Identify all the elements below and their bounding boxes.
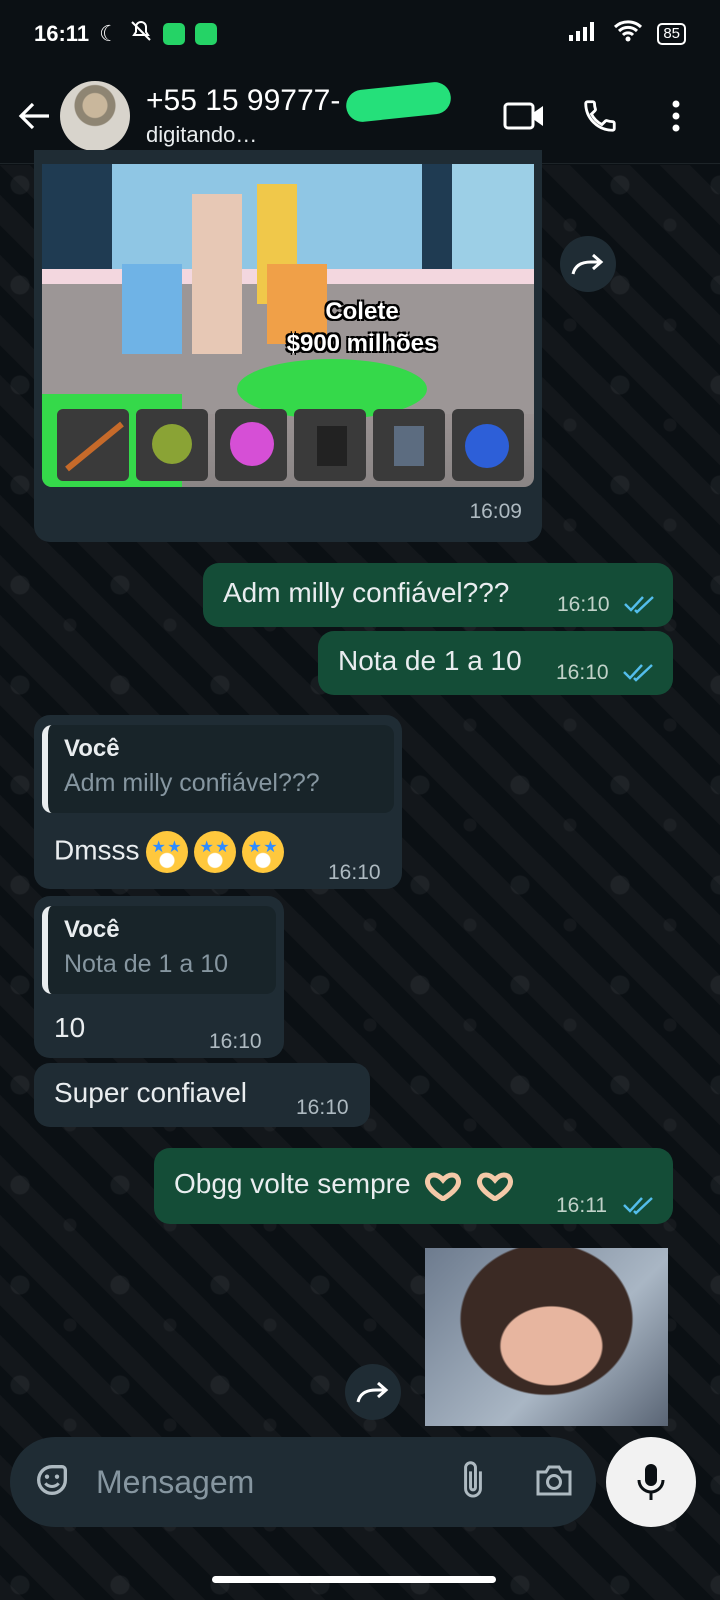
star-struck-emoji-icon <box>145 831 188 873</box>
wifi-icon <box>613 19 643 49</box>
message-text: Nota de 1 a 10 <box>338 645 522 676</box>
incoming-reply-message[interactable]: Você Nota de 1 a 10 10 16:10 <box>34 896 284 1058</box>
message-time: 16:10 <box>209 1030 262 1053</box>
microphone-icon <box>637 1464 665 1500</box>
heart-hands-emoji-icon <box>477 1172 514 1201</box>
attach-icon[interactable] <box>458 1459 488 1506</box>
heart-hands-emoji-icon <box>425 1172 462 1201</box>
status-time: 16:11 <box>34 21 90 46</box>
more-options-icon[interactable] <box>652 92 700 140</box>
incoming-message[interactable]: Super confiavel 16:10 <box>34 1063 370 1127</box>
game-screenshot[interactable]: Colete $900 milhões <box>42 164 534 487</box>
message-time: 16:10 <box>296 1096 349 1119</box>
quoted-message[interactable]: Você Adm milly confiável??? <box>42 725 394 813</box>
message-text: Dmsss <box>54 831 284 873</box>
quoted-message[interactable]: Você Nota de 1 a 10 <box>42 906 276 994</box>
message-input-bar[interactable]: Mensagem <box>10 1437 596 1527</box>
star-struck-emoji-icon <box>241 831 284 873</box>
outgoing-message[interactable]: Nota de 1 a 10 16:10 <box>318 631 673 695</box>
app-notification-icon <box>194 23 217 45</box>
avatar[interactable] <box>60 80 130 151</box>
phone-call-icon[interactable] <box>576 92 624 140</box>
status-bar: 16:11 ☾ 85 <box>0 0 720 68</box>
typing-status: digitando… <box>146 121 258 147</box>
read-ticks-icon <box>623 664 653 682</box>
home-indicator[interactable] <box>212 1576 496 1583</box>
video-call-icon[interactable] <box>500 92 548 140</box>
message-text: Super confiavel <box>54 1077 248 1108</box>
quote-author: Você <box>64 916 120 943</box>
message-time: 16:10 <box>556 661 609 684</box>
message-text: Obgg volte sempre <box>174 1168 514 1201</box>
camera-icon[interactable] <box>534 1462 574 1503</box>
outgoing-message[interactable]: Adm milly confiável??? 16:10 <box>203 563 673 627</box>
whatsapp-notification-icon <box>162 23 185 45</box>
moon-icon: ☾ <box>99 21 119 46</box>
outgoing-message[interactable]: Obgg volte sempre 16:11 <box>154 1148 673 1224</box>
forward-button[interactable] <box>345 1364 401 1420</box>
read-ticks-icon <box>624 596 654 614</box>
message-text: Adm milly confiável??? <box>223 577 510 608</box>
sticker-icon[interactable] <box>32 1460 72 1505</box>
message-time: 16:10 <box>557 593 610 616</box>
redaction-mark <box>344 80 453 123</box>
photo-message[interactable] <box>425 1248 668 1426</box>
incoming-reply-message[interactable]: Você Adm milly confiável??? Dmsss 16:10 <box>34 715 402 889</box>
battery-icon: 85 <box>657 23 686 45</box>
message-time: 16:09 <box>469 500 522 523</box>
back-arrow-icon[interactable] <box>14 96 54 136</box>
message-input[interactable]: Mensagem <box>96 1464 458 1501</box>
game-caption: Colete $900 milhões <box>286 298 438 357</box>
contact-info[interactable]: +55 15 99777- digitando… <box>146 80 500 148</box>
forward-icon <box>571 253 604 275</box>
star-struck-emoji-icon <box>193 831 236 873</box>
quote-text: Adm milly confiável??? <box>64 769 320 797</box>
message-time: 16:10 <box>328 861 381 884</box>
read-ticks-icon <box>623 1197 653 1215</box>
signal-icon <box>569 21 599 47</box>
contact-name: +55 15 99777- <box>146 80 453 123</box>
message-time: 16:11 <box>556 1194 607 1217</box>
mute-icon <box>129 19 153 49</box>
message-text: 10 <box>54 1012 86 1043</box>
forward-icon <box>356 1381 389 1403</box>
quote-author: Você <box>64 735 120 762</box>
forward-button[interactable] <box>560 236 616 292</box>
voice-message-button[interactable] <box>606 1437 696 1527</box>
quote-text: Nota de 1 a 10 <box>64 950 229 978</box>
